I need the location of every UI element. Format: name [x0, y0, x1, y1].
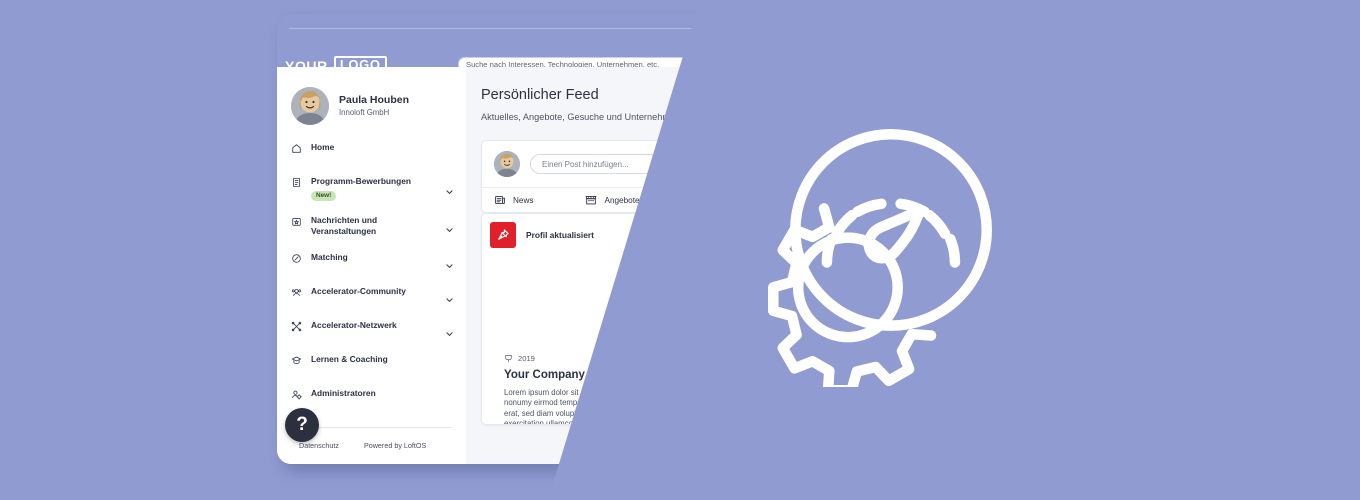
tab-megaphone[interactable] — [692, 194, 711, 206]
newspaper-icon — [494, 194, 506, 206]
sidebar-item-label: Home — [311, 142, 335, 152]
sidebar-item-matching[interactable]: Matching — [277, 245, 466, 279]
tab-label: News — [513, 195, 534, 205]
sidebar-item-nachrichten-veranstaltungen[interactable]: Nachrichten und Veranstaltungen — [277, 208, 466, 245]
user-settings-icon — [291, 389, 302, 400]
profile-name: Paula Houben — [339, 94, 410, 106]
sidebar-item-home[interactable]: Home — [277, 135, 466, 169]
target-circle-icon — [291, 253, 302, 264]
avatar — [494, 151, 520, 177]
speedometer-gauge-with-gear-icon — [735, 115, 1003, 387]
graduation-cap-icon — [291, 355, 302, 366]
app-header-bar: YOUR LOGO Suche nach Interessen, Technol… — [277, 30, 1083, 75]
sidebar-item-label: Accelerator-Netzwerk — [311, 319, 397, 330]
sidebar-profile[interactable]: Paula Houben Innoloft GmbH — [291, 87, 409, 125]
sidebar: Paula Houben Innoloft GmbH Home Programm… — [277, 67, 466, 464]
calendar-star-icon — [291, 216, 302, 227]
sidebar-item-accelerator-community[interactable]: Accelerator-Community — [277, 279, 466, 313]
award-ribbon-icon — [504, 354, 513, 363]
pushpin-icon — [490, 222, 516, 248]
people-group-icon — [291, 287, 302, 298]
avatar — [291, 87, 329, 125]
home-icon — [291, 143, 302, 154]
powered-by-label: Powered by LoftOS — [363, 441, 427, 450]
chevron-down-icon[interactable] — [445, 325, 454, 336]
tab-label: Angebote — [604, 195, 640, 205]
sidebar-item-programm-bewerbungen[interactable]: Programm-Bewerbungen New! — [277, 169, 466, 208]
company-description: Lorem ipsum dolor sit amet, consetetur s… — [504, 388, 744, 425]
document-list-icon — [291, 177, 302, 188]
chevron-down-icon[interactable] — [445, 184, 454, 195]
tab-news[interactable]: News — [494, 194, 533, 206]
sidebar-divider — [299, 427, 451, 428]
storefront-icon — [585, 194, 597, 206]
sidebar-nav: Home Programm-Bewerbungen New! Nachricht… — [277, 135, 466, 415]
sidebar-item-label: Programm-Bewerbungen — [311, 176, 412, 186]
status-badge-new: New! — [311, 190, 337, 201]
sidebar-item-accelerator-netzwerk[interactable]: Accelerator-Netzwerk — [277, 313, 466, 347]
sidebar-item-label: Lernen & Coaching — [311, 353, 388, 364]
sidebar-item-label: Matching — [311, 251, 348, 262]
company-year-label: 2019 — [518, 354, 535, 363]
sidebar-item-lernen-coaching[interactable]: Lernen & Coaching — [277, 347, 466, 381]
page-title: Persönlicher Feed — [481, 87, 599, 103]
sidebar-item-label: Accelerator-Community — [311, 285, 406, 296]
post-input-placeholder: Einen Post hinzufügen... — [542, 159, 629, 169]
sidebar-footer: Datenschutz Powered by LoftOS — [299, 441, 459, 450]
window-top-divider — [289, 28, 1069, 29]
megaphone-icon — [692, 194, 704, 206]
chevron-down-icon[interactable] — [445, 221, 454, 232]
screenshot-stage: YOUR LOGO Suche nach Interessen, Technol… — [0, 0, 1360, 500]
sidebar-item-label: Administratoren — [311, 387, 376, 398]
tab-angebote[interactable]: Angebote — [585, 194, 640, 206]
post-status-label: Profil aktualisiert — [526, 230, 594, 240]
chevron-down-icon[interactable] — [445, 291, 454, 302]
chevron-down-icon[interactable] — [445, 257, 454, 268]
sidebar-item-label: Nachrichten und Veranstaltungen — [311, 214, 378, 237]
help-button[interactable]: ? — [285, 408, 319, 442]
privacy-link[interactable]: Datenschutz — [299, 441, 339, 450]
profile-organization: Innoloft GmbH — [339, 108, 390, 117]
network-nodes-icon — [291, 321, 302, 332]
